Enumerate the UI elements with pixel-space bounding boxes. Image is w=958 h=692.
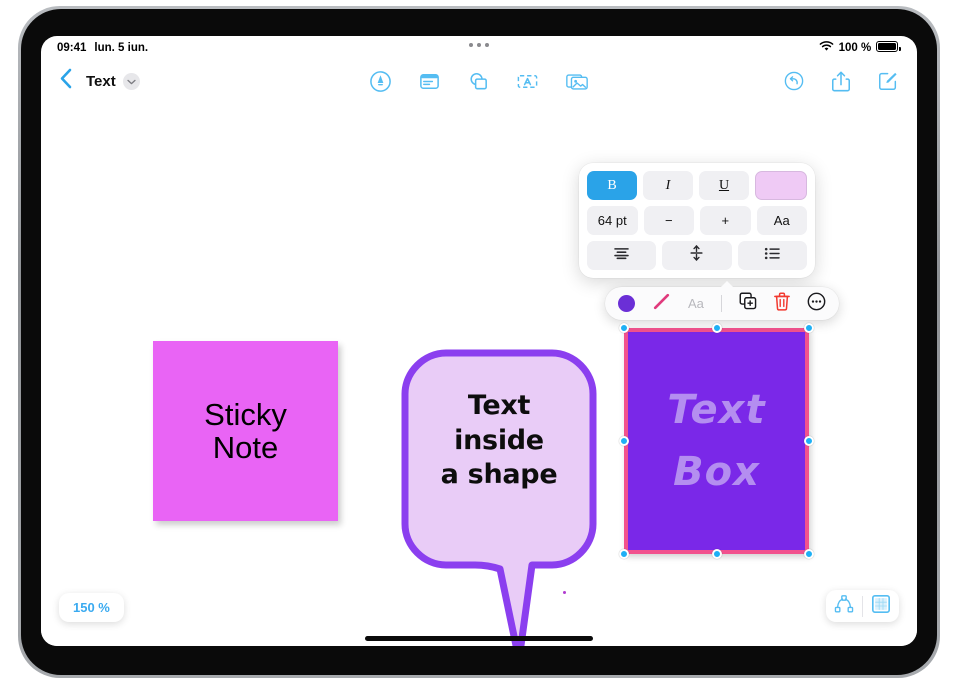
resize-handle-bottom-left[interactable]	[619, 549, 629, 559]
format-row-style: B I U	[587, 171, 807, 200]
center-toolbar	[369, 70, 589, 93]
sticky-note-tool[interactable]	[418, 70, 441, 93]
share-button[interactable]	[831, 70, 851, 93]
text-color-swatch-button[interactable]	[755, 171, 807, 200]
node-connector-icon	[834, 594, 854, 619]
battery-icon	[876, 41, 901, 55]
more-ellipsis-circle-icon	[807, 292, 826, 316]
duplicate-button[interactable]	[739, 292, 757, 315]
object-action-bar: Aa	[605, 281, 839, 320]
align-center-button[interactable]	[587, 241, 657, 270]
stroke-color-button[interactable]	[652, 292, 671, 316]
home-indicator[interactable]	[365, 636, 593, 641]
align-center-icon	[613, 247, 630, 265]
text-box-text: Text Box	[667, 387, 766, 495]
zoom-level-button[interactable]: 150 %	[59, 593, 124, 622]
nav-bar: Text	[41, 60, 917, 102]
status-time: 09:41	[57, 42, 87, 54]
bold-button[interactable]: B	[587, 171, 637, 200]
font-size-button[interactable]: 64 pt	[587, 206, 638, 235]
status-bar: 09:41 lun. 5 iun. 100 %	[41, 36, 917, 60]
connector-tool-button[interactable]	[826, 590, 862, 622]
back-button[interactable]	[59, 68, 72, 94]
multitask-dots-icon[interactable]	[469, 43, 489, 47]
delete-button[interactable]	[774, 291, 790, 316]
bulleted-list-button[interactable]	[737, 241, 807, 270]
chevron-left-icon	[59, 68, 72, 94]
action-bar-pointer	[720, 281, 734, 288]
sticky-note-text: Sticky Note	[204, 396, 287, 465]
compose-button[interactable]	[877, 70, 899, 92]
frame-tool-button[interactable]	[863, 590, 899, 622]
text-format-popup: B I U 64 pt − + Aa	[579, 163, 815, 278]
right-toolbar	[783, 70, 899, 93]
format-row-size: 64 pt − + Aa	[587, 206, 807, 235]
frame-grid-icon	[871, 594, 891, 619]
resize-handle-top-center[interactable]	[711, 323, 722, 333]
more-options-button[interactable]	[807, 292, 826, 316]
line-spacing-icon	[689, 245, 704, 266]
chevron-down-icon	[127, 72, 136, 90]
status-date: lun. 5 iun.	[94, 42, 149, 54]
text-box-tool[interactable]	[516, 70, 539, 93]
undo-button[interactable]	[783, 70, 805, 92]
bottom-right-toolbar	[826, 590, 899, 622]
resize-handle-top-right[interactable]	[804, 323, 814, 333]
font-style-button[interactable]: Aa	[756, 206, 807, 235]
format-row-align	[587, 241, 807, 270]
shapes-tool[interactable]	[467, 70, 490, 93]
trash-icon	[774, 291, 790, 316]
text-box-frame[interactable]: Text Box	[624, 328, 809, 554]
resize-handle-middle-right[interactable]	[804, 436, 814, 446]
resize-handle-bottom-right[interactable]	[804, 549, 814, 559]
fill-color-button[interactable]	[618, 295, 635, 312]
wifi-icon	[819, 41, 834, 55]
shape-anchor-dot	[563, 591, 566, 594]
text-box-object[interactable]: Text Box	[619, 323, 814, 559]
canvas-area[interactable]: Sticky Note Text inside a shape Text Box	[41, 102, 917, 646]
resize-handle-top-left[interactable]	[619, 323, 629, 333]
underline-button[interactable]: U	[699, 171, 749, 200]
ipad-screen: 09:41 lun. 5 iun. 100 % Text Sticky Note…	[41, 36, 917, 646]
sticky-note-object[interactable]: Sticky Note	[153, 341, 338, 521]
page-title: Text	[86, 72, 116, 90]
font-size-increase-button[interactable]: +	[700, 206, 751, 235]
text-style-button[interactable]: Aa	[688, 296, 704, 311]
bulleted-list-icon	[764, 247, 781, 265]
resize-handle-bottom-center[interactable]	[711, 549, 722, 559]
markup-pen-tool[interactable]	[369, 70, 392, 93]
stroke-color-line-icon	[652, 292, 671, 316]
duplicate-icon	[739, 292, 757, 315]
action-bar-divider	[720, 295, 722, 312]
battery-percent-label: 100 %	[838, 42, 872, 54]
italic-button[interactable]: I	[643, 171, 693, 200]
media-tool[interactable]	[565, 70, 589, 93]
fill-color-circle-icon	[618, 295, 635, 312]
line-spacing-button[interactable]	[662, 241, 732, 270]
font-size-decrease-button[interactable]: −	[643, 206, 694, 235]
title-chevron-button[interactable]	[122, 72, 140, 90]
speech-bubble-shape-object[interactable]: Text inside a shape	[399, 347, 599, 646]
resize-handle-middle-left[interactable]	[619, 436, 629, 446]
speech-bubble-text: Text inside a shape	[440, 390, 558, 491]
